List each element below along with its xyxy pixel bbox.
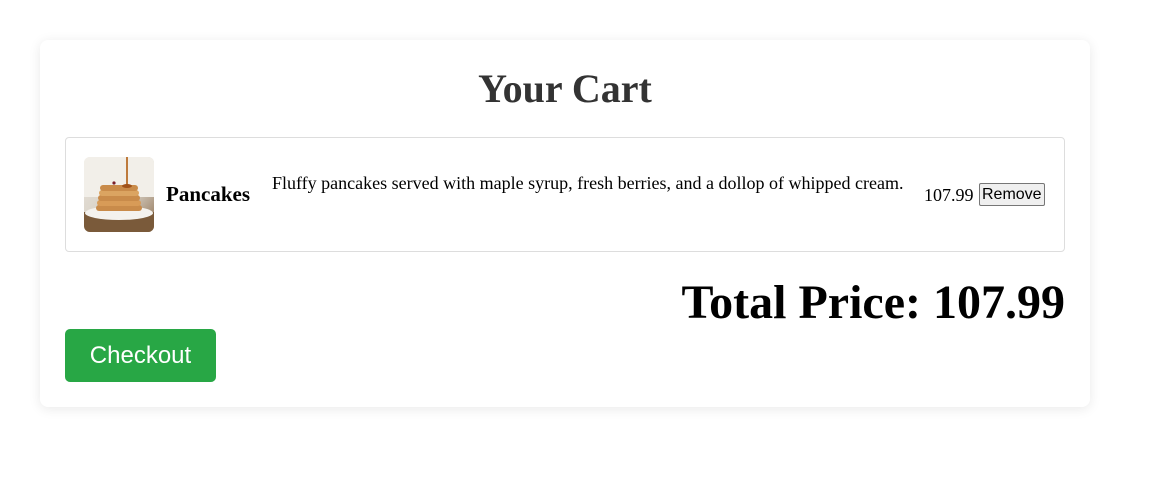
cart-title: Your Cart	[478, 66, 652, 111]
item-price: 107.99	[924, 185, 974, 205]
remove-button[interactable]: Remove	[979, 183, 1045, 206]
cart-item: Pancakes Fluffy pancakes served with map…	[65, 137, 1065, 252]
checkout-button[interactable]: Checkout	[65, 329, 216, 382]
item-image	[84, 157, 154, 232]
item-description: Fluffy pancakes served with maple syrup,…	[272, 173, 904, 193]
cart-container: Your Cart Pancakes Fluffy pancakes serve…	[40, 40, 1090, 407]
item-name: Pancakes	[166, 182, 250, 206]
total-price: Total Price: 107.99	[681, 276, 1065, 329]
